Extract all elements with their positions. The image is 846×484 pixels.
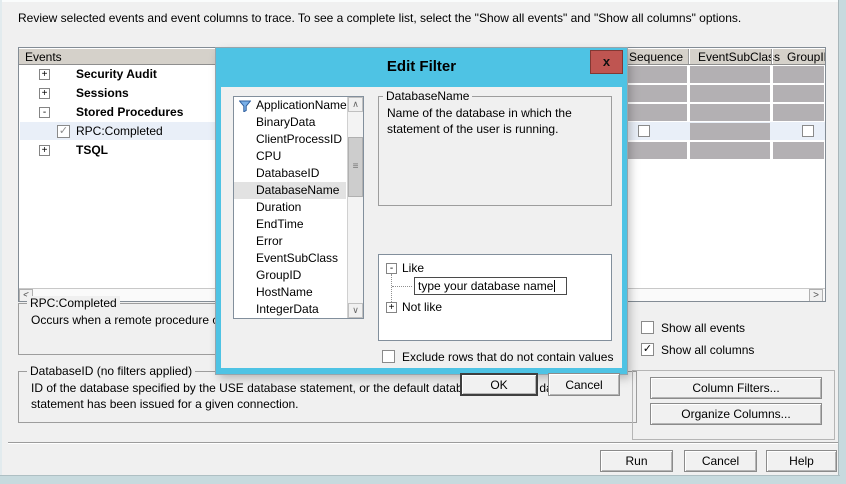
show-all-columns-checkbox[interactable]: ✓ [641, 343, 654, 356]
close-icon[interactable]: x [590, 50, 623, 74]
category-label: Security Audit [76, 67, 157, 81]
filter-column-listbox[interactable]: ApplicationName BinaryData ClientProcess… [233, 96, 364, 319]
grid-cell [773, 142, 824, 159]
scroll-up-icon[interactable]: ∧ [348, 97, 363, 112]
category-label: Stored Procedures [76, 105, 184, 119]
category-label: Sessions [76, 86, 129, 100]
expand-icon[interactable]: + [39, 88, 50, 99]
databaseid-group-title: DatabaseID (no filters applied) [27, 364, 196, 378]
text-cursor [554, 280, 556, 292]
databasename-groupbox: DatabaseName Name of the database in whi… [378, 89, 612, 206]
not-like-node-label[interactable]: Not like [402, 300, 442, 315]
column-separator[interactable] [688, 49, 689, 64]
list-item[interactable]: Error [234, 233, 346, 250]
list-item-applicationname[interactable]: ApplicationName [234, 97, 347, 114]
trace-properties-window: Review selected events and event columns… [0, 0, 846, 484]
ok-button[interactable]: OK [460, 373, 538, 396]
column-header-groupid[interactable]: GroupID [787, 50, 825, 64]
expand-icon[interactable]: + [386, 302, 397, 313]
filter-funnel-icon [239, 100, 251, 112]
list-item[interactable]: DatabaseID [234, 165, 346, 182]
databaseid-groupbox: DatabaseID (no filters applied) ID of th… [18, 364, 637, 423]
edit-filter-dialog: Edit Filter x ApplicationName BinaryData… [216, 48, 627, 396]
column-separator[interactable] [771, 49, 772, 64]
list-item[interactable]: HostName [234, 284, 346, 301]
grid-cell [773, 66, 824, 83]
help-button[interactable]: Help [766, 450, 837, 472]
scroll-right-icon[interactable]: > [809, 289, 823, 301]
instruction-text: Review selected events and event columns… [18, 11, 742, 25]
list-item[interactable]: EventSubClass [234, 250, 346, 267]
list-item[interactable]: GroupID [234, 267, 346, 284]
collapse-icon[interactable]: - [39, 107, 50, 118]
filter-condition-tree[interactable]: - Like type your database name + Not lik… [378, 254, 612, 341]
databasename-group-title: DatabaseName [383, 89, 473, 103]
expand-icon[interactable]: + [39, 145, 50, 156]
dialog-cancel-button[interactable]: Cancel [548, 373, 620, 396]
dialog-body: ApplicationName BinaryData ClientProcess… [221, 87, 622, 396]
grid-cell [773, 104, 824, 121]
exclude-rows-label: Exclude rows that do not contain values [402, 350, 614, 364]
show-all-events-checkbox[interactable] [641, 321, 654, 334]
column-header-sequence[interactable]: Sequence [629, 50, 683, 64]
list-item[interactable]: IntegerData [234, 301, 346, 318]
category-label: TSQL [76, 143, 108, 157]
dialog-title: Edit Filter [386, 58, 457, 75]
list-item[interactable]: BinaryData [234, 114, 346, 131]
groupid-column-checkbox[interactable] [802, 125, 814, 137]
rpc-completed-group-title: RPC:Completed [27, 296, 120, 310]
event-label: RPC:Completed [76, 124, 163, 138]
exclude-rows-checkbox[interactable] [382, 350, 395, 363]
window-frame-right [839, 0, 846, 484]
grid-cell [690, 104, 770, 121]
cancel-button[interactable]: Cancel [684, 450, 757, 472]
filter-value-input[interactable]: type your database name [414, 277, 567, 295]
window-frame-top [0, 0, 846, 2]
list-item[interactable]: Duration [234, 199, 346, 216]
grid-cell [690, 123, 770, 140]
column-header-events[interactable]: Events [25, 50, 62, 64]
grid-cell [690, 85, 770, 102]
show-all-events-label: Show all events [661, 321, 746, 335]
list-item-selected[interactable]: DatabaseName [234, 182, 346, 199]
scrollbar-thumb[interactable]: ≡ [348, 137, 363, 197]
window-frame-bottom [0, 476, 846, 484]
tree-connector [392, 286, 412, 287]
bottom-divider [8, 442, 838, 443]
collapse-icon[interactable]: - [386, 263, 397, 274]
grid-cell [690, 66, 770, 83]
show-all-columns-label: Show all columns [661, 343, 755, 357]
column-header-eventsubclass[interactable]: EventSubClass [698, 50, 780, 64]
grid-cell [773, 85, 824, 102]
like-node-label[interactable]: Like [402, 261, 424, 276]
window-frame-left [0, 0, 2, 484]
list-item[interactable]: ClientProcessID [234, 131, 346, 148]
organize-columns-button[interactable]: Organize Columns... [650, 403, 822, 425]
expand-icon[interactable]: + [39, 69, 50, 80]
list-item[interactable]: EndTime [234, 216, 346, 233]
scroll-down-icon[interactable]: ∨ [348, 303, 363, 318]
run-button[interactable]: Run [600, 450, 673, 472]
event-enabled-checkbox[interactable]: ✓ [57, 125, 70, 138]
column-filters-button[interactable]: Column Filters... [650, 377, 822, 399]
grid-cell [690, 142, 770, 159]
databasename-description: Name of the database in which the statem… [387, 106, 572, 136]
sequence-column-checkbox[interactable] [638, 125, 650, 137]
list-item[interactable]: CPU [234, 148, 346, 165]
list-vertical-scrollbar[interactable]: ∧ ≡ ∨ [347, 97, 363, 318]
